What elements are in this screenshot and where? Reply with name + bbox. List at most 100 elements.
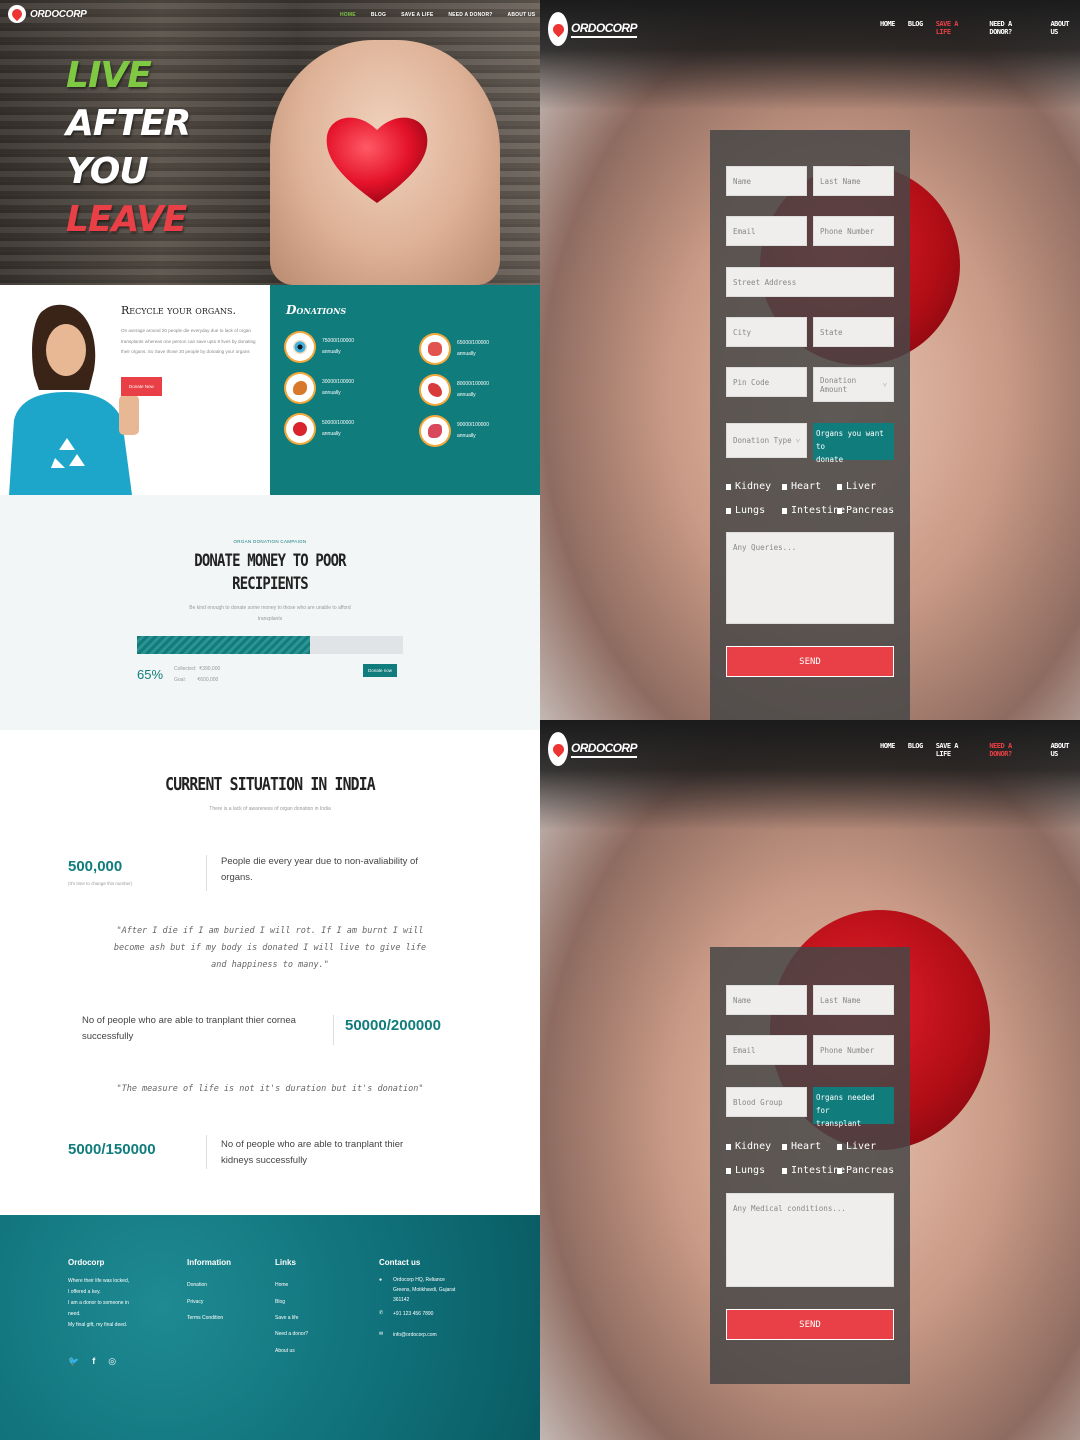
collected-label: Collected:: [174, 666, 197, 672]
email-field[interactable]: Email: [726, 216, 807, 246]
checkbox-pancreas[interactable]: Pancreas: [837, 1165, 894, 1176]
checkbox-intestine[interactable]: Intestine: [782, 505, 845, 516]
footer-email[interactable]: info@ordocorp.com: [393, 1332, 437, 1338]
facebook-icon[interactable]: f: [92, 1356, 95, 1367]
city-field[interactable]: City: [726, 317, 807, 347]
nav-blog[interactable]: BLOG: [908, 20, 923, 36]
checkbox-heart[interactable]: Heart: [782, 1141, 821, 1152]
nav-home[interactable]: HOME: [880, 742, 895, 758]
red-heart-image: [326, 117, 428, 203]
donation-item: 65000/100000 annually: [421, 335, 489, 363]
email-field[interactable]: Email: [726, 1035, 807, 1065]
checkbox-intestine[interactable]: Intestine: [782, 1165, 845, 1176]
nav-save-a-life[interactable]: SAVE A LIFE: [401, 12, 433, 18]
campaign-section: ORGAN DONATION CAMPAIGN DONATE MONEY TO …: [0, 495, 540, 730]
footer-poem: Where their life was locked, I offered a …: [68, 1278, 130, 1328]
queries-textarea[interactable]: Any Queries...: [726, 532, 894, 624]
footer-link-home[interactable]: Home: [275, 1282, 288, 1288]
footer-address: Ordocorp HQ, Reliance Greens, Motikhavdi,…: [393, 1277, 456, 1303]
send-button[interactable]: SEND: [726, 1309, 894, 1340]
name-field[interactable]: Name: [726, 166, 807, 196]
nav-save-a-life[interactable]: SAVE A LIFE: [936, 20, 977, 36]
recycle-description: On average around 20 people die everyday…: [121, 328, 256, 354]
state-field[interactable]: State: [813, 317, 894, 347]
donation-value: 65000/100000: [457, 340, 489, 346]
donation-period: annually: [322, 431, 341, 437]
medical-conditions-textarea[interactable]: Any Medical conditions...: [726, 1193, 894, 1287]
footer-link-need[interactable]: Need a donor?: [275, 1331, 308, 1337]
nav-home[interactable]: HOME: [880, 20, 895, 36]
quote-measure-of-life: "The measure of life is not it's duratio…: [116, 1084, 424, 1094]
brand-name: ORDOCORP: [571, 741, 637, 758]
footer-link-privacy[interactable]: Privacy: [187, 1299, 203, 1305]
nav-need-a-donor[interactable]: NEED A DONOR?: [448, 12, 492, 18]
collected-value: ₹390,000: [199, 666, 221, 672]
donation-value: 75000/100000: [322, 338, 354, 344]
donate-now-button[interactable]: Donate Now: [121, 377, 162, 396]
location-icon: ●: [379, 1277, 383, 1283]
last-name-field[interactable]: Last Name: [813, 985, 894, 1015]
instagram-icon[interactable]: ◎: [108, 1356, 116, 1367]
nav-need-a-donor[interactable]: NEED A DONOR?: [989, 20, 1037, 36]
last-name-field[interactable]: Last Name: [813, 166, 894, 196]
twitter-icon[interactable]: 🐦: [68, 1356, 79, 1367]
situation-subtitle: There is a lack of awareness of organ do…: [209, 806, 331, 812]
footer-brand-title: Ordocorp: [68, 1258, 105, 1267]
campaign-title-line1: DONATE MONEY TO POOR: [194, 551, 346, 571]
nav-about-us[interactable]: ABOUT US: [508, 12, 536, 18]
name-field[interactable]: Name: [726, 985, 807, 1015]
checkbox-liver[interactable]: Liver: [837, 1141, 876, 1152]
checkbox-lungs[interactable]: Lungs: [726, 1165, 765, 1176]
donation-item: 90000/100000 annually: [421, 417, 489, 445]
checkbox-pancreas[interactable]: Pancreas: [837, 505, 894, 516]
footer-phone[interactable]: +91 123 456 7890: [393, 1311, 433, 1317]
save-a-life-page: ORDOCORP HOME BLOG SAVE A LIFE NEED A DO…: [540, 0, 1080, 720]
stat-kidney-text: No of people who are able to tranplant t…: [221, 1139, 404, 1150]
donation-type-select[interactable]: Donation Type ˅: [726, 423, 807, 458]
donations-title: Donations: [286, 303, 347, 317]
nav-blog[interactable]: BLOG: [371, 12, 386, 18]
liver-icon: [286, 374, 314, 402]
checkbox-heart[interactable]: Heart: [782, 481, 821, 492]
checkbox-liver[interactable]: Liver: [837, 481, 876, 492]
situation-title: CURRENT SITUATION IN INDIA: [165, 774, 376, 795]
blood-group-field[interactable]: Blood Group: [726, 1087, 807, 1117]
nav-save-a-life[interactable]: SAVE A LIFE: [936, 742, 977, 758]
hero-word-live: LIVE: [66, 55, 152, 96]
nav-blog[interactable]: BLOG: [908, 742, 923, 758]
campaign-desc-line1: Be kind enough to donate some money to t…: [189, 605, 351, 611]
checkbox-kidney[interactable]: Kidney: [726, 481, 771, 492]
brand-logo[interactable]: ORDOCORP: [548, 732, 637, 766]
brand-logo[interactable]: ORDOCORP: [8, 5, 87, 23]
nav-about-us[interactable]: ABOUT US: [1050, 742, 1080, 758]
donation-amount-select[interactable]: Donation Amount ˅: [813, 367, 894, 402]
heart-icon: [286, 415, 314, 443]
donation-item: 75000/100000 annually: [286, 333, 354, 361]
hero-section: ORDOCORP HOME BLOG SAVE A LIFE NEED A DO…: [0, 0, 540, 285]
nav-about-us[interactable]: ABOUT US: [1050, 20, 1080, 36]
nav-need-a-donor[interactable]: NEED A DONOR?: [989, 742, 1037, 758]
need-a-donor-page: ORDOCORP HOME BLOG SAVE A LIFE NEED A DO…: [540, 720, 1080, 1440]
street-address-field[interactable]: Street Address: [726, 267, 894, 297]
nav-home[interactable]: HOME: [340, 12, 356, 18]
phone-field[interactable]: Phone Number: [813, 216, 894, 246]
phone-field[interactable]: Phone Number: [813, 1035, 894, 1065]
donation-value: 50000/100000: [322, 420, 354, 426]
stat-deaths-text2: organs.: [221, 872, 253, 883]
send-button[interactable]: SEND: [726, 646, 894, 677]
footer-link-save[interactable]: Save a life: [275, 1315, 298, 1321]
brand-logo[interactable]: ORDOCORP: [548, 12, 637, 46]
donation-item: 50000/100000 annually: [286, 415, 354, 443]
footer-link-terms[interactable]: Terms Condition: [187, 1315, 223, 1321]
campaign-donate-button[interactable]: Donate now: [363, 664, 398, 677]
organs-donate-label: Organs you want to donate: [813, 423, 894, 464]
checkbox-kidney[interactable]: Kidney: [726, 1141, 771, 1152]
footer-link-about[interactable]: About us: [275, 1348, 295, 1354]
checkbox-lungs[interactable]: Lungs: [726, 505, 765, 516]
mail-icon: ✉: [379, 1331, 384, 1337]
pancreas-icon: [421, 376, 449, 404]
footer-link-blog[interactable]: Blog: [275, 1299, 285, 1305]
pin-code-field[interactable]: Pin Code: [726, 367, 807, 397]
footer-link-donation[interactable]: Donation: [187, 1282, 207, 1288]
footer: Ordocorp Where their life was locked, I o…: [0, 1215, 540, 1440]
